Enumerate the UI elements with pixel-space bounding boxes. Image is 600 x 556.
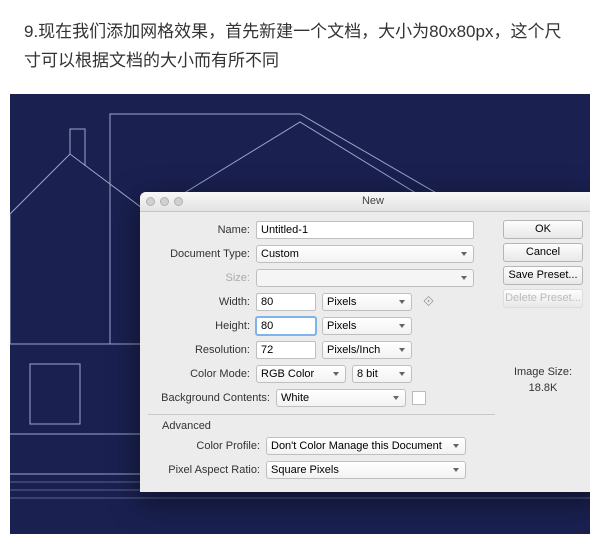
height-unit-select[interactable]: Pixels <box>322 317 412 335</box>
cancel-button[interactable]: Cancel <box>503 243 583 262</box>
doctype-select[interactable]: Custom <box>256 245 474 263</box>
delete-preset-button: Delete Preset... <box>503 289 583 308</box>
dialog-titlebar[interactable]: New <box>140 192 590 212</box>
dialog-title: New <box>153 195 590 207</box>
pixelaspect-label: Pixel Aspect Ratio: <box>148 464 266 476</box>
name-label: Name: <box>148 224 256 236</box>
size-label: Size: <box>148 272 256 284</box>
width-label: Width: <box>148 296 256 308</box>
bg-swatch[interactable] <box>412 391 426 405</box>
name-input[interactable] <box>256 221 474 239</box>
screenshot-container: New Name: Document Type: Custom Size: Wi… <box>10 94 590 534</box>
ok-button[interactable]: OK <box>503 220 583 239</box>
doctype-label: Document Type: <box>148 248 256 260</box>
save-preset-button[interactable]: Save Preset... <box>503 266 583 285</box>
bitdepth-select[interactable]: 8 bit <box>352 365 412 383</box>
height-label: Height: <box>148 320 256 332</box>
height-input[interactable] <box>256 317 316 335</box>
colormode-label: Color Mode: <box>148 368 256 380</box>
width-input[interactable] <box>256 293 316 311</box>
bgcontents-select[interactable]: White <box>276 389 406 407</box>
image-size-value: 18.8K <box>503 380 583 397</box>
resolution-label: Resolution: <box>148 344 256 356</box>
bgcontents-label: Background Contents: <box>148 392 276 404</box>
colormode-select[interactable]: RGB Color <box>256 365 346 383</box>
resolution-unit-select[interactable]: Pixels/Inch <box>322 341 412 359</box>
colorprofile-label: Color Profile: <box>148 440 266 452</box>
size-select <box>256 269 474 287</box>
image-size-label: Image Size: <box>503 364 583 381</box>
new-document-dialog: New Name: Document Type: Custom Size: Wi… <box>140 192 590 492</box>
pixelaspect-select[interactable]: Square Pixels <box>266 461 466 479</box>
width-unit-select[interactable]: Pixels <box>322 293 412 311</box>
advanced-section-title[interactable]: Advanced <box>162 420 495 432</box>
link-icon[interactable]: ⟐ <box>420 293 437 310</box>
colorprofile-select[interactable]: Don't Color Manage this Document <box>266 437 466 455</box>
tutorial-step-text: 9.现在我们添加网格效果，首先新建一个文档，大小为80x80px，这个尺寸可以根… <box>0 0 600 94</box>
resolution-input[interactable] <box>256 341 316 359</box>
